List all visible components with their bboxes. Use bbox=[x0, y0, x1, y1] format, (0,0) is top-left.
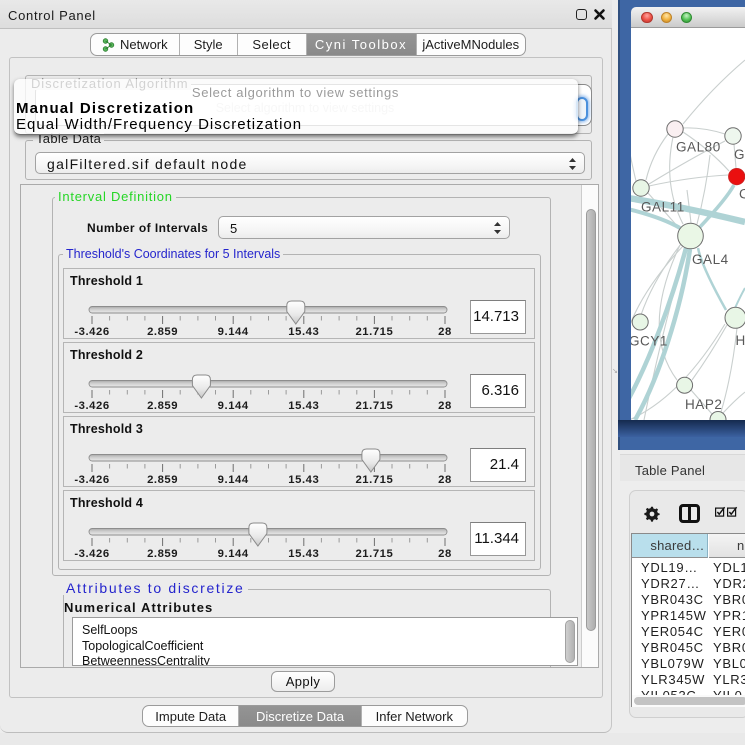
svg-text:2.859: 2.859 bbox=[147, 326, 178, 338]
svg-text:2.859: 2.859 bbox=[147, 548, 178, 560]
svg-text:21.715: 21.715 bbox=[355, 474, 393, 486]
svg-text:9.144: 9.144 bbox=[218, 474, 249, 486]
svg-text:GAL11: GAL11 bbox=[641, 200, 685, 215]
svg-text:HAP2: HAP2 bbox=[685, 397, 722, 412]
svg-text:21.715: 21.715 bbox=[355, 326, 393, 338]
svg-text:28: 28 bbox=[438, 326, 452, 338]
svg-text:GAL80: GAL80 bbox=[676, 140, 721, 155]
svg-text:9.144: 9.144 bbox=[218, 400, 249, 412]
svg-text:-3.426: -3.426 bbox=[74, 474, 109, 486]
svg-text:15.43: 15.43 bbox=[288, 474, 319, 486]
svg-text:H: H bbox=[736, 333, 745, 348]
svg-text:-3.426: -3.426 bbox=[74, 326, 109, 338]
svg-text:GCY1: GCY1 bbox=[631, 334, 668, 349]
svg-text:21.715: 21.715 bbox=[355, 400, 393, 412]
svg-text:CY: CY bbox=[739, 187, 745, 202]
svg-text:15.43: 15.43 bbox=[288, 326, 319, 338]
svg-text:15.43: 15.43 bbox=[288, 400, 319, 412]
svg-text:28: 28 bbox=[438, 548, 452, 560]
svg-text:-3.426: -3.426 bbox=[74, 400, 109, 412]
svg-text:-3.426: -3.426 bbox=[74, 548, 109, 560]
svg-text:2.859: 2.859 bbox=[147, 400, 178, 412]
svg-text:9.144: 9.144 bbox=[218, 548, 249, 560]
svg-text:2.859: 2.859 bbox=[147, 474, 178, 486]
svg-text:15.43: 15.43 bbox=[288, 548, 319, 560]
svg-text:28: 28 bbox=[438, 400, 452, 412]
svg-text:GAL2: GAL2 bbox=[734, 147, 745, 162]
svg-text:9.144: 9.144 bbox=[218, 326, 249, 338]
svg-text:GAL4: GAL4 bbox=[692, 252, 729, 267]
svg-text:28: 28 bbox=[438, 474, 452, 486]
svg-text:21.715: 21.715 bbox=[355, 548, 393, 560]
